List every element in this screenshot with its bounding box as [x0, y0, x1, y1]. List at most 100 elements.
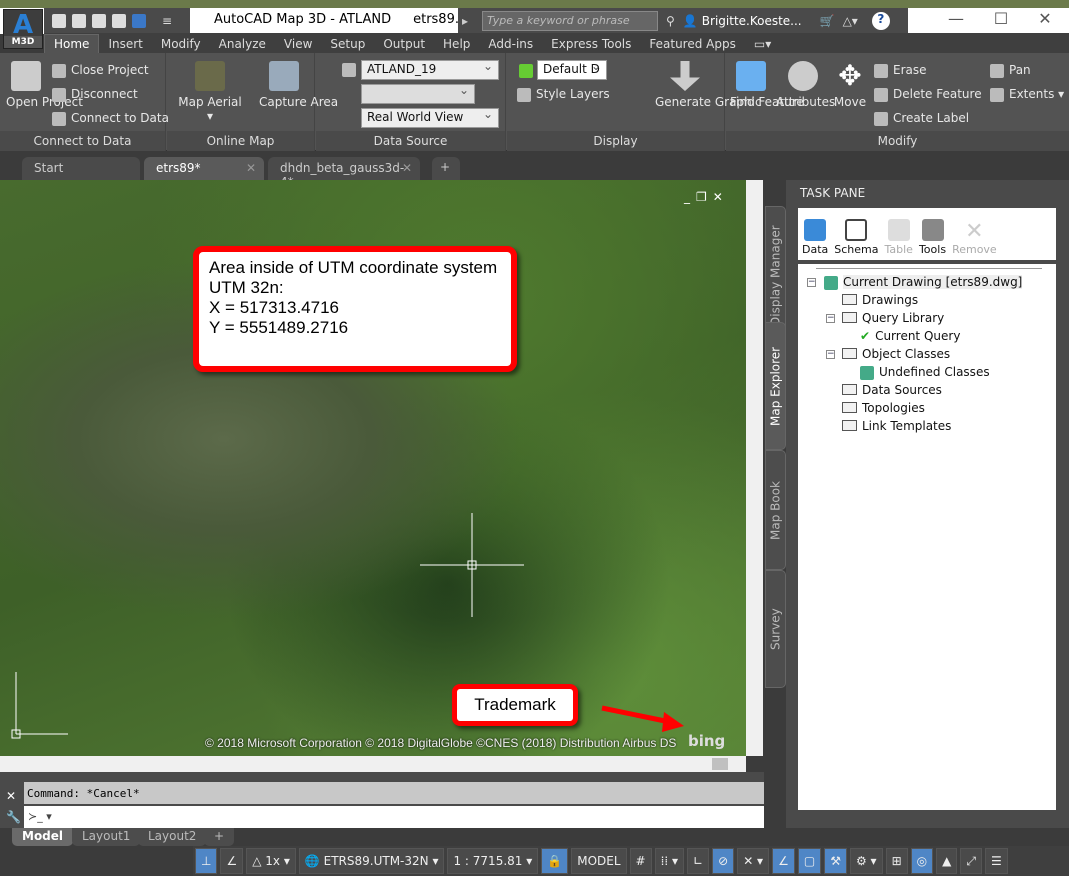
- close-tab-icon[interactable]: ✕: [246, 161, 256, 175]
- style-layers-button[interactable]: Style Layers: [517, 87, 610, 102]
- cart-icon[interactable]: 🛒: [820, 14, 835, 28]
- close-command-icon[interactable]: ✕: [6, 789, 16, 803]
- ribbon-toggle-icon[interactable]: ▭▾: [745, 35, 780, 53]
- lock-icon[interactable]: 🔒: [541, 848, 569, 874]
- new-tab-button[interactable]: +: [432, 157, 460, 180]
- isometric-icon[interactable]: ✕ ▾: [737, 848, 770, 874]
- tab-express-tools[interactable]: Express Tools: [542, 35, 640, 53]
- disconnect-button[interactable]: Disconnect: [52, 87, 138, 102]
- viewport-controls[interactable]: _❐✕: [684, 190, 729, 204]
- create-label-button[interactable]: Create Label: [874, 111, 969, 126]
- isolate-icon[interactable]: ◎: [910, 848, 934, 874]
- minimize-button[interactable]: —: [936, 9, 976, 28]
- close-project-icon[interactable]: [112, 14, 126, 28]
- tree-item-current-query[interactable]: ✔ Current Query: [860, 329, 960, 343]
- doc-tab-start[interactable]: Start: [22, 157, 140, 180]
- fullscreen-icon[interactable]: ⤢: [960, 848, 982, 874]
- application-menu-button[interactable]: A M3D: [3, 9, 43, 49]
- tab-modify[interactable]: Modify: [152, 35, 210, 53]
- connect-to-data-button[interactable]: Connect to Data: [52, 111, 169, 126]
- close-project-button[interactable]: Close Project: [52, 63, 149, 78]
- tab-featured-apps[interactable]: Featured Apps: [640, 35, 744, 53]
- delete-feature-button[interactable]: Delete Feature: [874, 87, 982, 102]
- new-icon[interactable]: [52, 14, 66, 28]
- tab-add-ins[interactable]: Add-ins: [479, 35, 542, 53]
- erase-button[interactable]: Erase: [874, 63, 927, 78]
- polar-tracking-icon[interactable]: ⊘: [712, 848, 735, 874]
- style-select[interactable]: Default D: [537, 59, 607, 80]
- map-aerial-button[interactable]: Map Aerial ▾: [177, 61, 243, 123]
- tree-item-object-classes[interactable]: Object Classes: [842, 347, 950, 361]
- find-feature-button[interactable]: Find Feature: [730, 61, 804, 109]
- tree-item-current-drawing[interactable]: Current Drawing [etrs89.dwg]: [824, 275, 1023, 290]
- open-icon[interactable]: [72, 14, 86, 28]
- tab-layout2[interactable]: Layout2: [138, 828, 207, 846]
- tree-item-undefined-classes[interactable]: Undefined Classes: [860, 365, 990, 380]
- workspace-icon[interactable]: ⊞: [885, 848, 908, 874]
- move-button[interactable]: ✥ Move: [832, 61, 868, 110]
- add-layout-button[interactable]: +: [204, 828, 235, 846]
- open-project-button[interactable]: Open Project: [6, 61, 83, 109]
- attributes-button[interactable]: Attributes: [776, 61, 835, 109]
- close-tab-icon[interactable]: ✕: [402, 161, 412, 175]
- dynamic-ucs-toggle[interactable]: ∠: [220, 848, 244, 874]
- save-icon[interactable]: [92, 14, 106, 28]
- tab-view[interactable]: View: [275, 35, 321, 53]
- expand-icon[interactable]: ▸: [462, 14, 468, 28]
- tab-help[interactable]: Help: [434, 35, 479, 53]
- tab-setup[interactable]: Setup: [321, 35, 374, 53]
- tree-item-query-library[interactable]: Query Library: [842, 311, 944, 325]
- close-button[interactable]: ✕: [1025, 9, 1065, 28]
- ortho-toggle[interactable]: ⊥: [195, 848, 218, 874]
- pan-button[interactable]: Pan: [990, 63, 1031, 78]
- tab-insert[interactable]: Insert: [99, 35, 151, 53]
- binoculars-icon[interactable]: ⚲: [666, 14, 675, 28]
- help-icon[interactable]: ?: [871, 12, 890, 30]
- coordinate-system[interactable]: 🌐 ETRS89.UTM-32N ▾: [298, 848, 445, 874]
- map-icon[interactable]: [132, 14, 146, 28]
- command-input[interactable]: ≻_ ▾: [24, 806, 764, 828]
- horizontal-scrollbar[interactable]: [0, 756, 746, 772]
- generate-graphic-button[interactable]: Generate Graphic: [655, 61, 762, 109]
- doc-tab-etrs89[interactable]: etrs89* ✕: [144, 157, 264, 180]
- customize-wrench-icon[interactable]: 🔧: [6, 810, 21, 824]
- doc-tab-dhdn[interactable]: dhdn_beta_gauss3d-4*✕: [268, 157, 420, 189]
- map-scale[interactable]: 1 : 7715.81 ▾: [447, 848, 539, 874]
- annotation-scale[interactable]: △ 1x ▾: [246, 848, 296, 874]
- tab-survey[interactable]: Survey: [765, 570, 786, 688]
- tree-item-drawings[interactable]: Drawings: [842, 293, 918, 307]
- object-snap-tracking-icon[interactable]: ∠: [772, 848, 795, 874]
- tree-item-data-sources[interactable]: Data Sources: [842, 383, 942, 397]
- capture-area-button[interactable]: Capture Area: [259, 61, 338, 109]
- snap-icon[interactable]: ⁞⁞ ▾: [654, 848, 685, 874]
- data-button[interactable]: Data: [802, 219, 828, 256]
- maximize-button[interactable]: ☐: [981, 9, 1021, 28]
- view-select[interactable]: Real World View: [361, 107, 499, 128]
- tab-layout1[interactable]: Layout1: [72, 828, 141, 846]
- warning-icon[interactable]: ▲: [936, 848, 958, 874]
- search-input[interactable]: Type a keyword or phrase: [482, 11, 659, 31]
- autodesk-a360-icon[interactable]: △▾: [843, 14, 858, 28]
- data-source-select[interactable]: ATLAND_19: [361, 59, 499, 80]
- vertical-scrollbar[interactable]: [746, 180, 763, 756]
- schema-button[interactable]: Schema: [834, 219, 879, 256]
- table-button[interactable]: Table: [885, 219, 913, 256]
- user-menu[interactable]: Brigitte.Koeste...: [702, 14, 802, 28]
- tab-analyze[interactable]: Analyze: [210, 35, 275, 53]
- command-prompt-icon[interactable]: ≻_ ▾: [24, 806, 56, 827]
- model-space-toggle[interactable]: MODEL: [571, 848, 627, 874]
- scroll-thumb[interactable]: [712, 758, 728, 770]
- infer-constraints-icon[interactable]: ∟: [687, 848, 710, 874]
- remove-button[interactable]: ✕ Remove: [952, 219, 997, 256]
- customize-menu-icon[interactable]: ☰: [984, 848, 1008, 874]
- gear-icon[interactable]: ⚙ ▾: [849, 848, 883, 874]
- tree-item-link-templates[interactable]: Link Templates: [842, 419, 951, 433]
- annotation-visibility-icon[interactable]: ⚒: [824, 848, 847, 874]
- grid-icon[interactable]: #: [629, 848, 652, 874]
- tab-map-explorer[interactable]: Map Explorer: [765, 322, 786, 450]
- tab-home[interactable]: Home: [44, 34, 100, 53]
- tree-item-topologies[interactable]: Topologies: [842, 401, 925, 415]
- secondary-select[interactable]: [361, 83, 475, 104]
- collapse-icon[interactable]: −: [826, 314, 835, 323]
- extents-button[interactable]: Extents ▾: [990, 87, 1064, 102]
